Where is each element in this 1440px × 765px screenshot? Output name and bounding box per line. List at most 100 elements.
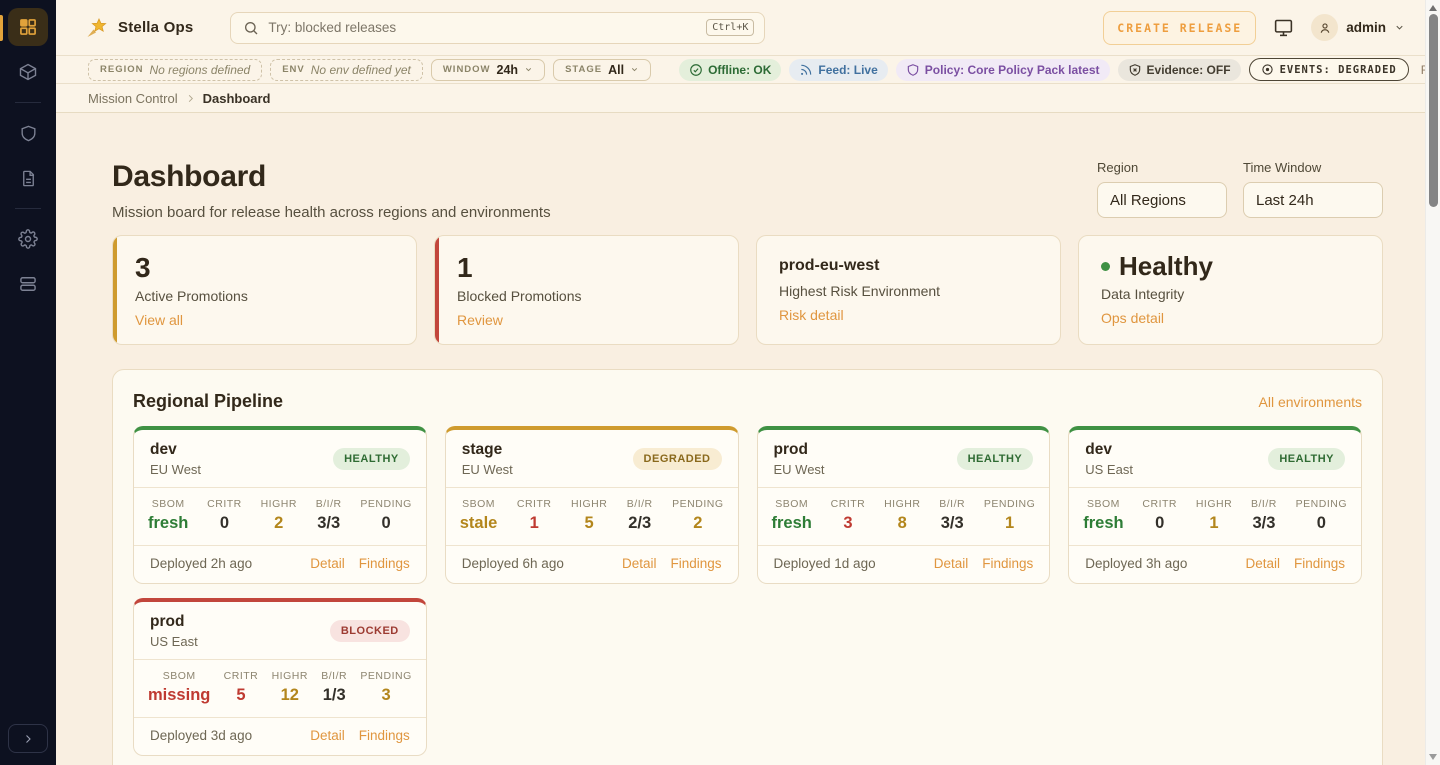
highest-risk-label: Highest Risk Environment	[779, 283, 1040, 299]
window-filter-dropdown[interactable]: WINDOW 24h	[431, 59, 545, 81]
app-name: Stella Ops	[118, 19, 193, 36]
detail-link[interactable]: Detail	[1245, 556, 1280, 571]
package-icon	[18, 62, 38, 82]
stat-label: PENDING	[984, 498, 1035, 510]
user-menu[interactable]: admin	[1311, 14, 1405, 41]
stage-filter-value: All	[608, 63, 624, 77]
search-input[interactable]	[268, 20, 697, 35]
env-card-dev-us-east[interactable]: dev US East HEALTHY SBOMfresh CRITR0 HIG…	[1068, 426, 1362, 584]
ops-detail-link[interactable]: Ops detail	[1101, 310, 1164, 326]
env-card-prod-us-east[interactable]: prod US East BLOCKED SBOMmissing CRITR5 …	[133, 598, 427, 756]
stat-value: 12	[272, 686, 308, 705]
sidebar-item-settings[interactable]	[8, 220, 48, 258]
env-region: EU West	[462, 462, 513, 477]
findings-link[interactable]: Findings	[359, 728, 410, 743]
stage-filter-dropdown[interactable]: STAGE All	[553, 59, 651, 81]
create-release-button[interactable]: CREATE RELEASE	[1103, 11, 1256, 45]
context-bar: REGION No regions defined ENV No env def…	[56, 56, 1440, 84]
sidebar-item-security[interactable]	[8, 114, 48, 152]
stat-label: CRITR	[517, 498, 552, 510]
sidebar-divider	[15, 208, 41, 209]
sidebar-item-documents[interactable]	[8, 159, 48, 197]
env-name: prod	[774, 441, 825, 459]
detail-link[interactable]: Detail	[934, 556, 969, 571]
evidence-status-pill[interactable]: Evidence: OFF	[1118, 59, 1241, 81]
breadcrumb-current: Dashboard	[203, 91, 271, 106]
events-status-pill[interactable]: EVENTS: DEGRADED	[1249, 58, 1409, 81]
policy-status-pill[interactable]: Policy: Core Policy Pack latest	[896, 59, 1110, 81]
stat-value: 5	[571, 514, 607, 533]
env-card-prod-eu-west[interactable]: prod EU West HEALTHY SBOMfresh CRITR3 HI…	[757, 426, 1051, 584]
findings-link[interactable]: Findings	[1294, 556, 1345, 571]
global-search[interactable]: Ctrl+K	[230, 12, 765, 44]
region-filter-label: REGION	[100, 64, 143, 75]
detail-link[interactable]: Detail	[310, 556, 345, 571]
stat-label: B/I/R	[321, 670, 347, 682]
stat-value: 2	[672, 514, 723, 533]
stat-value: 1	[517, 514, 552, 533]
stat-label: SBOM	[148, 498, 188, 510]
offline-status-pill[interactable]: Offline: OK	[679, 59, 781, 81]
document-icon	[19, 169, 38, 188]
env-card-stage-eu-west[interactable]: stage EU West DEGRADED SBOMstale CRITR1 …	[445, 426, 739, 584]
all-environments-link[interactable]: All environments	[1259, 394, 1363, 410]
region-select-label: Region	[1097, 160, 1227, 175]
check-circle-icon	[689, 63, 703, 77]
app-logo[interactable]: Stella Ops	[85, 16, 193, 40]
window-filter-label: WINDOW	[443, 64, 491, 75]
stat-label: B/I/R	[939, 498, 965, 510]
stat-value: 0	[1142, 514, 1177, 533]
stat-value: fresh	[772, 514, 812, 533]
stat-value: 1	[1196, 514, 1232, 533]
sidebar-item-releases[interactable]	[8, 53, 48, 91]
sidebar-divider	[15, 102, 41, 103]
stat-value: missing	[148, 686, 210, 705]
region-select[interactable]: All Regions	[1097, 182, 1227, 218]
events-status-label: EVENTS: DEGRADED	[1280, 64, 1397, 76]
env-card-dev-eu-west[interactable]: dev EU West HEALTHY SBOMfresh CRITR0 HIG…	[133, 426, 427, 584]
stat-label: PENDING	[360, 670, 411, 682]
review-link[interactable]: Review	[457, 312, 503, 328]
sidebar-item-dashboard[interactable]	[8, 8, 48, 46]
scrollbar-thumb[interactable]	[1429, 14, 1438, 207]
breadcrumb-parent[interactable]: Mission Control	[88, 91, 178, 106]
healthy-status-dot	[1101, 262, 1110, 271]
topbar-actions: CREATE RELEASE admin	[1103, 11, 1405, 45]
view-all-link[interactable]: View all	[135, 312, 183, 328]
shooting-star-icon	[85, 16, 109, 40]
risk-detail-link[interactable]: Risk detail	[779, 307, 844, 323]
sidebar-expand-button[interactable]	[8, 724, 48, 753]
shortcut-badge: Ctrl+K	[706, 19, 754, 36]
display-monitor-icon[interactable]	[1273, 17, 1294, 38]
scroll-down-arrow-icon[interactable]	[1429, 754, 1437, 760]
env-region: EU West	[774, 462, 825, 477]
regional-pipeline-section: Regional Pipeline All environments dev E…	[112, 369, 1383, 765]
region-filter-chip[interactable]: REGION No regions defined	[88, 59, 262, 81]
gear-icon	[18, 229, 38, 249]
stat-label: SBOM	[1083, 498, 1123, 510]
feed-status-pill[interactable]: Feed: Live	[789, 59, 887, 81]
findings-link[interactable]: Findings	[670, 556, 721, 571]
region-filter-value: No regions defined	[149, 63, 250, 77]
sidebar-item-infrastructure[interactable]	[8, 265, 48, 303]
scrollbar-track[interactable]	[1425, 0, 1440, 765]
stat-label: B/I/R	[316, 498, 342, 510]
time-window-select[interactable]: Last 24h	[1243, 182, 1383, 218]
search-icon	[243, 20, 259, 36]
deployed-time: Deployed 1d ago	[774, 556, 876, 571]
detail-link[interactable]: Detail	[622, 556, 657, 571]
detail-link[interactable]: Detail	[310, 728, 345, 743]
rss-icon	[799, 63, 813, 77]
blocked-promotions-card: 1 Blocked Promotions Review	[434, 235, 739, 345]
stat-label: SBOM	[772, 498, 812, 510]
scroll-up-arrow-icon[interactable]	[1429, 5, 1437, 11]
stat-label: HIGHR	[261, 498, 297, 510]
env-filter-chip[interactable]: ENV No env defined yet	[270, 59, 423, 81]
findings-link[interactable]: Findings	[982, 556, 1033, 571]
page-subtitle: Mission board for release health across …	[112, 204, 551, 221]
offline-status-label: Offline: OK	[708, 63, 771, 77]
findings-link[interactable]: Findings	[359, 556, 410, 571]
stat-label: B/I/R	[1251, 498, 1277, 510]
policy-status-label: Policy: Core Policy Pack latest	[925, 63, 1100, 77]
chevron-down-icon	[630, 65, 639, 74]
